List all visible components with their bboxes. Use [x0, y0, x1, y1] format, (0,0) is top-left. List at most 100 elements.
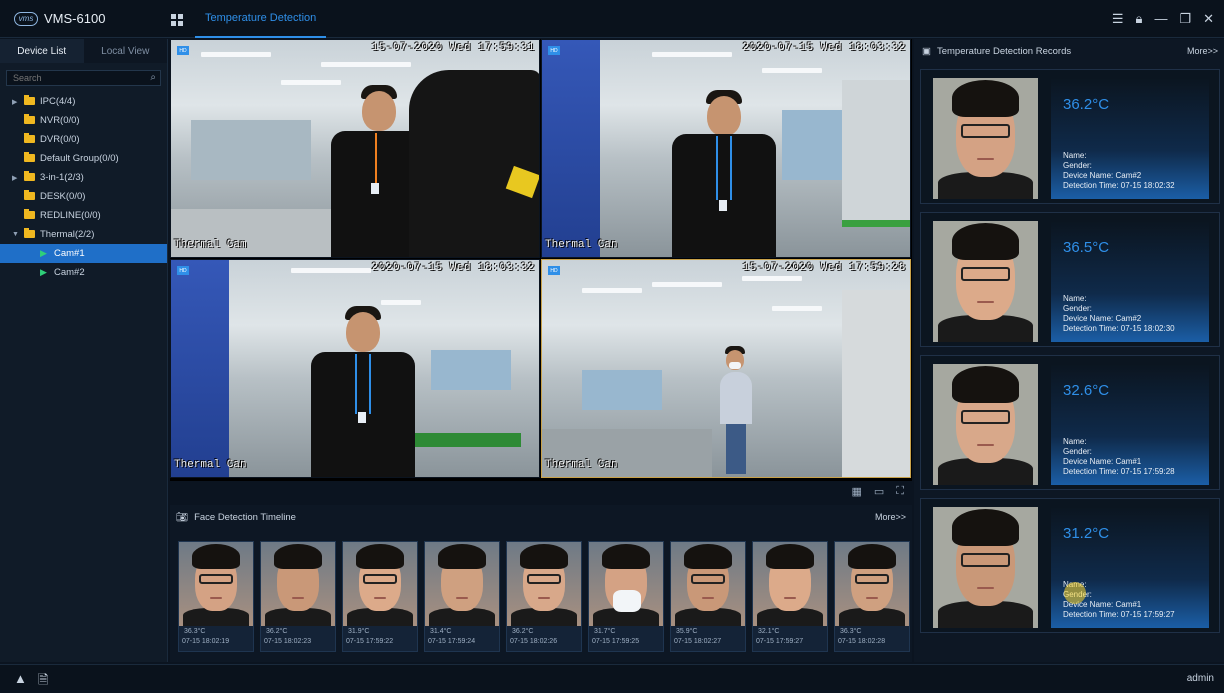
video-cell-3[interactable]: HD 2020-07-15 Wed 18:03:32 Thermal Can — [170, 259, 540, 478]
app-logo: vms VMS-6100 — [14, 11, 105, 26]
timeline-more-link[interactable]: More>> — [875, 512, 906, 522]
apps-menu-icon[interactable] — [171, 14, 183, 26]
temperature-record[interactable]: 36.2°C Name: Gender: Device Name: Cam#2 Dete… — [920, 69, 1220, 204]
tree-node[interactable]: ▼ Thermal(2/2) — [0, 225, 167, 244]
record-name: Name: — [1063, 294, 1087, 303]
osd-camera-name: Thermal Can — [545, 459, 618, 471]
search-input[interactable] — [7, 71, 160, 85]
folder-icon — [24, 114, 35, 124]
face-snapshot — [179, 542, 253, 626]
alarm-icon[interactable]: ▲ — [14, 671, 27, 686]
record-temperature: 32.6°C — [1063, 382, 1110, 399]
record-name: Name: — [1063, 151, 1087, 160]
tree-camera-2[interactable]: ▶ Cam#2 — [0, 263, 167, 282]
video-cell-2[interactable]: HD 2020-07-15 Wed 18:03:32 Thermal Can — [541, 39, 911, 258]
camera-online-icon: ▶ — [40, 248, 47, 258]
list-menu-icon[interactable]: ☰ — [1112, 11, 1124, 27]
face-snapshot — [671, 542, 745, 626]
temperature-record[interactable]: 31.2°CName:Gender:Device Name: Cam#1Dete… — [920, 498, 1220, 633]
title-bar: vms VMS-6100 Temperature Detection ☰ 🔒︎ … — [0, 0, 1224, 38]
record-temperature: 31.2°C — [1063, 525, 1110, 542]
search-icon[interactable]: ⌕ — [150, 72, 156, 83]
osd-camera-name: Thermal Can — [174, 459, 247, 471]
timeline-card[interactable]: 36.2°C 07-15 18:02:26 — [506, 541, 582, 652]
camera-online-icon: ▶ — [40, 267, 47, 277]
records-icon: ▣ — [922, 45, 931, 57]
osd-timestamp: 2020-07-15 Wed 18:03:32 — [742, 42, 906, 54]
camera-label: Cam#1 — [54, 248, 85, 259]
chevron-right-icon[interactable]: ▶ — [12, 98, 17, 106]
timeline-card[interactable]: 32.1°C 07-15 17:59:27 — [752, 541, 828, 652]
device-panel: Device List Local View ⌕ ▶ IPC(4/4) NVR(0/… — [0, 39, 168, 662]
record-gender: Gender: — [1063, 447, 1092, 456]
timeline-time: 07-15 18:02:23 — [264, 638, 312, 645]
logo-icon: vms — [14, 11, 38, 26]
video-grid: HD 15-07-2020 Wed 17:59:31 Thermal Cam H… — [170, 39, 912, 481]
temperature-record[interactable]: 36.5°C Name: Gender: Device Name: Cam#2 Dete… — [920, 212, 1220, 347]
temperature-record[interactable]: 32.6°C Name: Gender: Device Name: Cam#1 Dete… — [920, 355, 1220, 490]
record-name: Name: — [1063, 437, 1087, 446]
lock-icon[interactable]: 🔒︎ — [1136, 11, 1143, 27]
status-bar: ▲ 🗎︎ admin — [0, 664, 1224, 690]
timeline-time: 07-15 18:02:27 — [674, 638, 722, 645]
timeline-temperature: 36.2°C — [266, 628, 288, 635]
tree-node[interactable]: DVR(0/0) — [0, 130, 167, 149]
tab-local-view[interactable]: Local View — [83, 39, 167, 63]
timeline-card[interactable]: 36.3°C 07-15 18:02:28 — [834, 541, 910, 652]
tree-node[interactable]: REDLINE(0/0) — [0, 206, 167, 225]
grid-4-layout-icon[interactable]: ▦ — [851, 485, 861, 498]
timeline-time: 07-15 18:02:28 — [838, 638, 886, 645]
record-device: Device Name: Cam#1 — [1063, 457, 1142, 466]
record-gender: Gender: — [1063, 161, 1092, 170]
record-info: 36.2°C Name: Gender: Device Name: Cam#2 Dete… — [1051, 78, 1209, 199]
tree-node[interactable]: NVR(0/0) — [0, 111, 167, 130]
face-snapshot — [261, 542, 335, 626]
osd-timestamp: 15-07-2020 Wed 17:59:28 — [742, 262, 906, 274]
timeline-card[interactable]: 31.9°C 07-15 17:59:22 — [342, 541, 418, 652]
minimize-button[interactable]: — — [1154, 11, 1167, 27]
temperature-records-panel: ▣ Temperature Detection Records More>> 3… — [914, 39, 1224, 662]
tree-node-label: NVR(0/0) — [40, 115, 80, 126]
tree-node[interactable]: DESK(0/0) — [0, 187, 167, 206]
chevron-down-icon[interactable]: ▼ — [12, 231, 19, 238]
records-title: Temperature Detection Records — [936, 45, 1072, 57]
timeline-card[interactable]: 36.2°C 07-15 18:02:23 — [260, 541, 336, 652]
face-snapshot — [753, 542, 827, 626]
timeline-temperature: 32.1°C — [758, 628, 780, 635]
video-cell-1[interactable]: HD 15-07-2020 Wed 17:59:31 Thermal Cam — [170, 39, 540, 258]
face-snapshot — [835, 542, 909, 626]
tree-camera-1[interactable]: ▶ Cam#1 — [0, 244, 167, 263]
single-layout-icon[interactable]: ▭ — [874, 485, 884, 498]
timeline-temperature: 35.9°C — [676, 628, 698, 635]
folder-icon — [24, 228, 35, 238]
tab-device-list[interactable]: Device List — [0, 39, 84, 63]
restore-button[interactable]: ❐ — [1179, 11, 1191, 27]
chevron-right-icon[interactable]: ▶ — [12, 174, 17, 182]
timeline-time: 07-15 18:02:19 — [182, 638, 230, 645]
tree-node[interactable]: ▶ 3-in-1(2/3) — [0, 168, 167, 187]
timeline-card[interactable]: 36.3°C 07-15 18:02:19 — [178, 541, 254, 652]
folder-icon — [24, 133, 35, 143]
timeline-card[interactable]: 31.7°C 07-15 17:59:25 — [588, 541, 664, 652]
record-info: 32.6°C Name: Gender: Device Name: Cam#1 Dete… — [1051, 364, 1209, 485]
folder-icon — [24, 171, 35, 181]
tree-node[interactable]: ▶ IPC(4/4) — [0, 92, 167, 111]
record-temperature: 36.2°C — [1063, 96, 1110, 113]
device-search: ⌕ — [6, 70, 161, 86]
timeline-time: 07-15 17:59:25 — [592, 638, 640, 645]
fullscreen-icon[interactable]: ⛶ — [896, 485, 904, 498]
face-snapshot — [507, 542, 581, 626]
video-cell-4[interactable]: HD 15-07-2020 Wed 17:59:28 Thermal Can — [541, 259, 911, 478]
close-button[interactable]: ✕ — [1203, 11, 1214, 27]
records-more-link[interactable]: More>> — [1187, 46, 1218, 56]
tree-node[interactable]: Default Group(0/0) — [0, 149, 167, 168]
timeline-temperature: 31.9°C — [348, 628, 370, 635]
timeline-card[interactable]: 31.4°C 07-15 17:59:24 — [424, 541, 500, 652]
timeline-card[interactable]: 35.9°C 07-15 18:02:27 — [670, 541, 746, 652]
tree-node-label: Thermal(2/2) — [40, 229, 95, 240]
hd-badge: HD — [548, 266, 560, 275]
face-snapshot — [589, 542, 663, 626]
timeline-time: 07-15 17:59:24 — [428, 638, 476, 645]
folder-icon — [24, 209, 35, 219]
tab-temperature-detection[interactable]: Temperature Detection — [195, 0, 327, 38]
